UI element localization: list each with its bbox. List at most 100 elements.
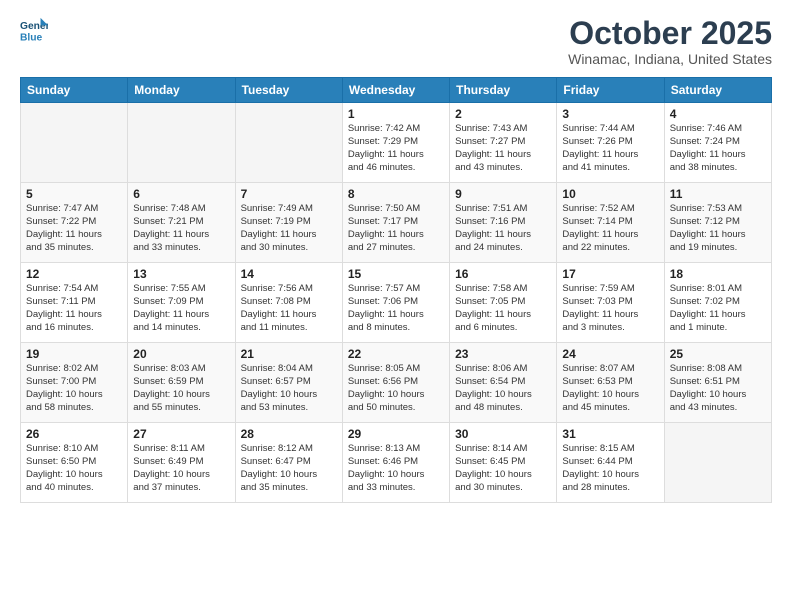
calendar-cell: 13Sunrise: 7:55 AMSunset: 7:09 PMDayligh… <box>128 263 235 343</box>
calendar-cell: 15 Sunrise: 7:57 AMSunset: 7:06 PMDayligh… <box>342 263 449 343</box>
day-number: 22 <box>348 347 444 361</box>
day-info: Sunrise: 8:15 AMSunset: 6:44 PMDaylight:… <box>562 443 658 494</box>
calendar-cell: 25 Sunrise: 8:08 AMSunset: 6:51 PMDayligh… <box>664 343 771 423</box>
logo-icon: General Blue <box>20 16 48 44</box>
week-row-1: 1 Sunrise: 7:42 AMSunset: 7:29 PMDaylight… <box>21 103 772 183</box>
calendar-cell: 12 Sunrise: 7:54 AMSunset: 7:11 PMDayligh… <box>21 263 128 343</box>
day-info: Sunrise: 8:07 AMSunset: 6:53 PMDaylight:… <box>562 363 658 414</box>
day-info: Sunrise: 8:04 AMSunset: 6:57 PMDaylight:… <box>241 363 337 414</box>
day-info: Sunrise: 8:10 AMSunset: 6:50 PMDaylight:… <box>26 443 122 494</box>
day-number: 6 <box>133 187 229 201</box>
calendar-cell: 5 Sunrise: 7:47 AMSunset: 7:22 PMDaylight… <box>21 183 128 263</box>
day-info: Sunrise: 8:12 AMSunset: 6:47 PMDaylight:… <box>241 443 337 494</box>
day-number: 29 <box>348 427 444 441</box>
day-info: Sunrise: 7:48 AMSunset: 7:21 PMDaylight:… <box>133 203 229 254</box>
calendar-cell: 22 Sunrise: 8:05 AMSunset: 6:56 PMDayligh… <box>342 343 449 423</box>
day-info: Sunrise: 8:03 AMSunset: 6:59 PMDaylight:… <box>133 363 229 414</box>
day-info: Sunrise: 7:46 AMSunset: 7:24 PMDaylight:… <box>670 123 766 174</box>
day-number: 27 <box>133 427 229 441</box>
day-number: 26 <box>26 427 122 441</box>
day-info: Sunrise: 7:55 AMSunset: 7:09 PMDaylight:… <box>133 283 229 334</box>
day-number: 9 <box>455 187 551 201</box>
day-number: 19 <box>26 347 122 361</box>
day-info: Sunrise: 7:53 AMSunset: 7:12 PMDaylight:… <box>670 203 766 254</box>
day-number: 16 <box>455 267 551 281</box>
calendar-cell <box>664 423 771 503</box>
day-info: Sunrise: 8:14 AMSunset: 6:45 PMDaylight:… <box>455 443 551 494</box>
day-number: 17 <box>562 267 658 281</box>
day-info: Sunrise: 7:58 AMSunset: 7:05 PMDaylight:… <box>455 283 551 334</box>
day-info: Sunrise: 8:05 AMSunset: 6:56 PMDaylight:… <box>348 363 444 414</box>
day-number: 31 <box>562 427 658 441</box>
day-info: Sunrise: 8:11 AMSunset: 6:49 PMDaylight:… <box>133 443 229 494</box>
day-number: 3 <box>562 107 658 121</box>
day-info: Sunrise: 7:52 AMSunset: 7:14 PMDaylight:… <box>562 203 658 254</box>
logo: General Blue <box>20 16 48 44</box>
day-number: 15 <box>348 267 444 281</box>
calendar-cell: 2Sunrise: 7:43 AMSunset: 7:27 PMDaylight… <box>450 103 557 183</box>
calendar-cell: 21Sunrise: 8:04 AMSunset: 6:57 PMDayligh… <box>235 343 342 423</box>
weekday-header-saturday: Saturday <box>664 78 771 103</box>
calendar-cell: 10Sunrise: 7:52 AMSunset: 7:14 PMDayligh… <box>557 183 664 263</box>
weekday-header-wednesday: Wednesday <box>342 78 449 103</box>
day-info: Sunrise: 8:02 AMSunset: 7:00 PMDaylight:… <box>26 363 122 414</box>
day-number: 5 <box>26 187 122 201</box>
week-row-3: 12 Sunrise: 7:54 AMSunset: 7:11 PMDayligh… <box>21 263 772 343</box>
day-info: Sunrise: 8:01 AMSunset: 7:02 PMDaylight:… <box>670 283 766 334</box>
calendar-cell: 8 Sunrise: 7:50 AMSunset: 7:17 PMDaylight… <box>342 183 449 263</box>
calendar-cell: 23 Sunrise: 8:06 AMSunset: 6:54 PMDayligh… <box>450 343 557 423</box>
calendar-cell: 4 Sunrise: 7:46 AMSunset: 7:24 PMDaylight… <box>664 103 771 183</box>
calendar: SundayMondayTuesdayWednesdayThursdayFrid… <box>20 77 772 503</box>
calendar-cell: 6 Sunrise: 7:48 AMSunset: 7:21 PMDaylight… <box>128 183 235 263</box>
day-number: 8 <box>348 187 444 201</box>
calendar-cell: 30 Sunrise: 8:14 AMSunset: 6:45 PMDayligh… <box>450 423 557 503</box>
day-number: 25 <box>670 347 766 361</box>
calendar-cell: 16 Sunrise: 7:58 AMSunset: 7:05 PMDayligh… <box>450 263 557 343</box>
calendar-cell: 19 Sunrise: 8:02 AMSunset: 7:00 PMDayligh… <box>21 343 128 423</box>
day-number: 28 <box>241 427 337 441</box>
day-info: Sunrise: 7:56 AMSunset: 7:08 PMDaylight:… <box>241 283 337 334</box>
svg-text:Blue: Blue <box>20 32 43 43</box>
day-info: Sunrise: 7:54 AMSunset: 7:11 PMDaylight:… <box>26 283 122 334</box>
day-number: 23 <box>455 347 551 361</box>
day-number: 1 <box>348 107 444 121</box>
calendar-cell: 7 Sunrise: 7:49 AMSunset: 7:19 PMDaylight… <box>235 183 342 263</box>
day-info: Sunrise: 8:08 AMSunset: 6:51 PMDaylight:… <box>670 363 766 414</box>
day-info: Sunrise: 8:06 AMSunset: 6:54 PMDaylight:… <box>455 363 551 414</box>
week-row-4: 19 Sunrise: 8:02 AMSunset: 7:00 PMDayligh… <box>21 343 772 423</box>
day-info: Sunrise: 7:57 AMSunset: 7:06 PMDaylight:… <box>348 283 444 334</box>
calendar-cell: 27 Sunrise: 8:11 AMSunset: 6:49 PMDayligh… <box>128 423 235 503</box>
weekday-header-friday: Friday <box>557 78 664 103</box>
location: Winamac, Indiana, United States <box>568 51 772 67</box>
day-number: 7 <box>241 187 337 201</box>
day-number: 18 <box>670 267 766 281</box>
weekday-header-tuesday: Tuesday <box>235 78 342 103</box>
calendar-cell: 17 Sunrise: 7:59 AMSunset: 7:03 PMDayligh… <box>557 263 664 343</box>
day-info: Sunrise: 7:49 AMSunset: 7:19 PMDaylight:… <box>241 203 337 254</box>
header: General Blue October 2025 Winamac, India… <box>20 16 772 67</box>
day-number: 11 <box>670 187 766 201</box>
month-title: October 2025 <box>568 16 772 51</box>
weekday-header-sunday: Sunday <box>21 78 128 103</box>
day-number: 12 <box>26 267 122 281</box>
calendar-cell <box>235 103 342 183</box>
day-number: 30 <box>455 427 551 441</box>
calendar-cell: 18 Sunrise: 8:01 AMSunset: 7:02 PMDayligh… <box>664 263 771 343</box>
day-number: 20 <box>133 347 229 361</box>
day-info: Sunrise: 7:42 AMSunset: 7:29 PMDaylight:… <box>348 123 444 174</box>
calendar-cell: 29 Sunrise: 8:13 AMSunset: 6:46 PMDayligh… <box>342 423 449 503</box>
calendar-cell: 1 Sunrise: 7:42 AMSunset: 7:29 PMDaylight… <box>342 103 449 183</box>
weekday-header-monday: Monday <box>128 78 235 103</box>
week-row-2: 5 Sunrise: 7:47 AMSunset: 7:22 PMDaylight… <box>21 183 772 263</box>
day-info: Sunrise: 7:50 AMSunset: 7:17 PMDaylight:… <box>348 203 444 254</box>
day-info: Sunrise: 7:59 AMSunset: 7:03 PMDaylight:… <box>562 283 658 334</box>
calendar-cell: 14Sunrise: 7:56 AMSunset: 7:08 PMDayligh… <box>235 263 342 343</box>
calendar-cell: 28 Sunrise: 8:12 AMSunset: 6:47 PMDayligh… <box>235 423 342 503</box>
day-number: 4 <box>670 107 766 121</box>
calendar-cell: 3Sunrise: 7:44 AMSunset: 7:26 PMDaylight… <box>557 103 664 183</box>
calendar-cell: 31 Sunrise: 8:15 AMSunset: 6:44 PMDayligh… <box>557 423 664 503</box>
day-info: Sunrise: 8:13 AMSunset: 6:46 PMDaylight:… <box>348 443 444 494</box>
day-info: Sunrise: 7:47 AMSunset: 7:22 PMDaylight:… <box>26 203 122 254</box>
page: General Blue October 2025 Winamac, India… <box>0 0 792 612</box>
day-number: 24 <box>562 347 658 361</box>
